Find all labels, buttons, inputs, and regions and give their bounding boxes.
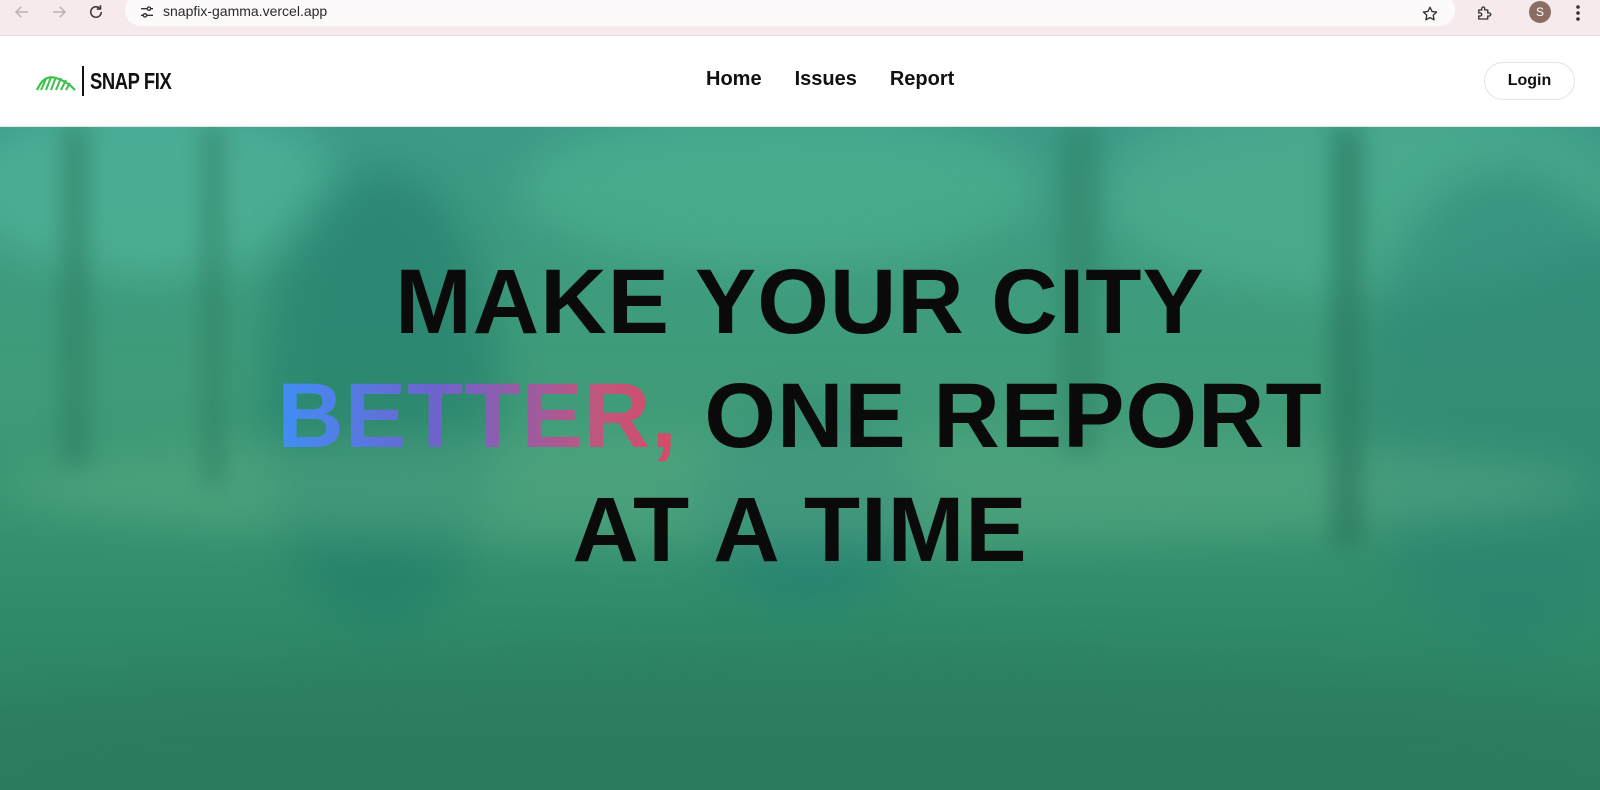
logo[interactable]: SNAP FIX (36, 66, 192, 96)
forward-button[interactable] (46, 0, 72, 24)
bookmark-button[interactable] (1418, 2, 1442, 26)
headline-line-2-rest: ONE REPORT (704, 365, 1323, 467)
puzzle-icon (1478, 6, 1492, 20)
browser-toolbar: snapfix-gamma.vercel.app S (0, 0, 1600, 36)
login-button[interactable]: Login (1484, 62, 1575, 100)
browser-menu-button[interactable] (1570, 1, 1586, 25)
extensions-button[interactable] (1472, 1, 1496, 25)
reload-icon (90, 5, 102, 18)
arrow-right-icon (53, 6, 67, 18)
headline-line-1: MAKE YOUR CITY (395, 251, 1205, 353)
url-text[interactable]: snapfix-gamma.vercel.app (163, 3, 327, 19)
site-info-button[interactable] (133, 2, 161, 22)
logo-wave-icon (36, 76, 76, 91)
more-vert-icon (1576, 5, 1580, 21)
headline-highlight: BETTER, (277, 365, 678, 467)
nav-home[interactable]: Home (706, 68, 762, 91)
main-nav: Home Issues Report (706, 68, 954, 91)
headline-line-3: AT A TIME (572, 479, 1028, 581)
reload-button[interactable] (83, 0, 109, 24)
logo-text: SNAP FIX (90, 67, 172, 94)
nav-report[interactable]: Report (890, 68, 954, 91)
headline-line-2: BETTER, ONE REPORT (0, 359, 1600, 473)
nav-issues[interactable]: Issues (795, 68, 857, 91)
tune-icon (141, 6, 153, 18)
arrow-left-icon (14, 6, 28, 18)
back-button[interactable] (9, 0, 35, 24)
address-bar[interactable]: snapfix-gamma.vercel.app (125, 0, 1455, 26)
site-header: SNAP FIX Home Issues Report Login (0, 36, 1600, 127)
logo-divider (82, 66, 84, 96)
hero-section: MAKE YOUR CITY BETTER, ONE REPORT AT A T… (0, 127, 1600, 790)
hero-headline: MAKE YOUR CITY BETTER, ONE REPORT AT A T… (0, 245, 1600, 587)
profile-avatar[interactable]: S (1529, 1, 1551, 23)
star-icon (1422, 6, 1438, 21)
